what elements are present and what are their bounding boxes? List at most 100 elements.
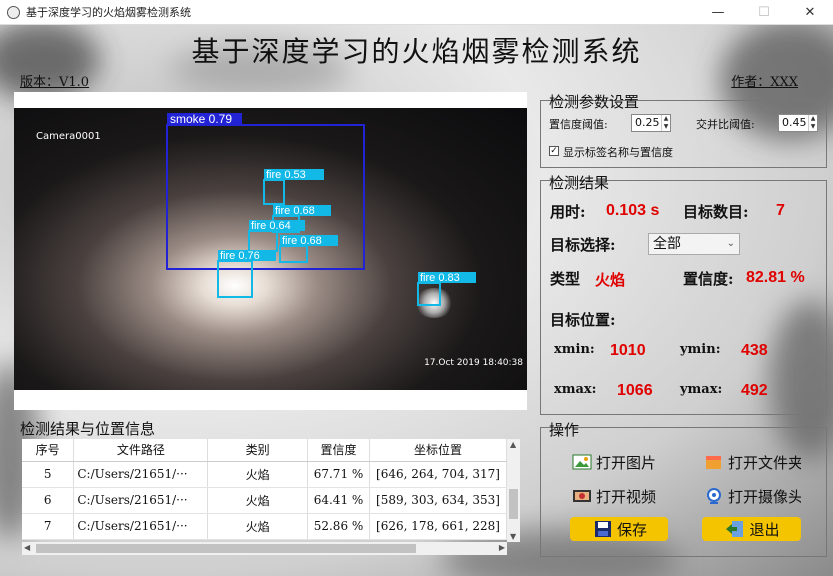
column-header[interactable]: 序号 <box>22 439 75 462</box>
detection-label: fire 0.64 <box>251 220 291 232</box>
iou-threshold-spinbox[interactable]: 0.45 ▲ ▼ <box>778 114 818 132</box>
table-cell: [646, 264, 704, 317] <box>369 461 508 488</box>
table-cell: C:/Users/21651/··· <box>73 461 209 488</box>
scroll-down-icon[interactable]: ▼ <box>510 532 516 541</box>
image-icon <box>572 454 592 470</box>
table-cell: C:/Users/21651/··· <box>73 487 209 514</box>
page-title: 基于深度学习的火焰烟雾检测系统 <box>191 35 642 68</box>
exit-button[interactable]: 退出 <box>702 517 801 541</box>
table-row[interactable]: 7 C:/Users/21651/··· 火焰 52.86 % [626, 17… <box>22 513 508 540</box>
open-image-button[interactable]: 打开图片 <box>570 450 668 474</box>
results-table-panel: 序号 文件路径 类别 置信度 坐标位置 5 C:/Users/21651/···… <box>14 425 525 561</box>
save-button[interactable]: 保存 <box>570 517 668 541</box>
conf-threshold-label: 置信度阈值: <box>549 118 608 131</box>
detection-label: fire 0.68 <box>282 235 322 247</box>
spin-arrows-icon[interactable]: ▲ ▼ <box>661 115 670 131</box>
show-labels-checkbox[interactable]: ✓ <box>549 146 559 156</box>
vertical-scrollbar[interactable]: ▲ ▼ <box>507 439 520 542</box>
version-label: 版本：V1.0 <box>20 75 90 90</box>
scroll-thumb[interactable] <box>509 489 518 519</box>
count-label: 目标数目: <box>683 203 749 221</box>
conf-threshold-value: 0.25 <box>635 116 660 129</box>
save-icon <box>594 521 611 537</box>
count-value: 7 <box>776 202 785 219</box>
open-image-label: 打开图片 <box>596 453 657 472</box>
position-label: 目标位置: <box>550 311 616 329</box>
column-header[interactable]: 坐标位置 <box>369 439 508 462</box>
horizontal-scrollbar[interactable]: ◀ ▶ <box>22 542 507 555</box>
detection-fire: fire 0.68 <box>279 235 338 263</box>
chevron-down-icon: ⌄ <box>726 238 735 249</box>
camera-icon <box>707 488 721 504</box>
time-value: 0.103 s <box>606 202 660 219</box>
table-cell: 5 <box>22 461 75 488</box>
open-folder-button[interactable]: 打开文件夹 <box>702 450 801 474</box>
table-title: 检测结果与位置信息 <box>20 420 156 438</box>
scroll-up-icon[interactable]: ▲ <box>510 440 516 449</box>
save-label: 保存 <box>616 520 647 539</box>
table-row[interactable]: 6 C:/Users/21651/··· 火焰 64.41 % [589, 30… <box>22 487 508 514</box>
scroll-left-icon[interactable]: ◀ <box>24 543 30 552</box>
table-cell: 火焰 <box>207 513 309 540</box>
scroll-thumb[interactable] <box>36 544 416 553</box>
ymax-value: 492 <box>741 382 768 399</box>
maximize-button[interactable]: ☐ <box>741 0 787 25</box>
detection-fire: fire 0.83 <box>417 272 476 306</box>
video-frame: Camera0001 17.Oct 2019 18:40:38 smoke 0.… <box>14 108 527 390</box>
spin-arrows-icon[interactable]: ▲ ▼ <box>808 115 817 131</box>
minimize-button[interactable]: — <box>695 0 741 25</box>
detection-label: fire 0.76 <box>220 250 260 262</box>
app-icon <box>7 5 20 19</box>
detection-fire: fire 0.53 <box>263 169 324 205</box>
target-select-dropdown[interactable]: 全部 ⌄ <box>648 233 740 255</box>
type-value: 火焰 <box>595 271 626 289</box>
ymin-value: 438 <box>741 342 768 359</box>
author-label: 作者：XXX <box>731 75 798 90</box>
table-cell: 52.86 % <box>307 513 370 540</box>
table-cell: 67.71 % <box>307 461 370 488</box>
open-camera-button[interactable]: 打开摄像头 <box>702 484 801 508</box>
target-select-value: 全部 <box>653 236 681 252</box>
title-bar: 基于深度学习的火焰烟雾检测系统 — ☐ ✕ <box>0 0 833 25</box>
column-header[interactable]: 文件路径 <box>73 439 209 462</box>
detection-overlay: smoke 0.79 fire 0.53 fire 0.68 fire 0.64 <box>166 112 476 306</box>
folder-icon <box>706 456 721 469</box>
open-video-label: 打开视频 <box>596 487 657 506</box>
detection-label: fire 0.83 <box>420 272 460 284</box>
detection-label: fire 0.68 <box>275 205 315 217</box>
time-label: 用时: <box>550 203 586 221</box>
close-button[interactable]: ✕ <box>787 0 833 25</box>
params-title: 检测参数设置 <box>549 93 640 111</box>
xmin-value: 1010 <box>610 342 646 359</box>
conf-threshold-spinbox[interactable]: 0.25 ▲ ▼ <box>631 114 671 132</box>
column-header[interactable]: 类别 <box>207 439 309 462</box>
confidence-label: 置信度: <box>683 270 734 288</box>
detection-label: fire 0.53 <box>266 169 306 181</box>
table-row[interactable]: 5 C:/Users/21651/··· 火焰 67.71 % [646, 26… <box>22 461 508 488</box>
xmax-value: 1066 <box>617 382 653 399</box>
exit-icon <box>726 521 744 537</box>
ymin-label: ymin: <box>680 342 721 357</box>
table-cell: 64.41 % <box>307 487 370 514</box>
scroll-right-icon[interactable]: ▶ <box>499 543 505 552</box>
xmin-label: xmin: <box>554 342 595 357</box>
operations-title: 操作 <box>549 421 580 439</box>
column-header[interactable]: 置信度 <box>307 439 370 462</box>
table-cell: 6 <box>22 487 75 514</box>
table-cell: 火焰 <box>207 487 309 514</box>
open-video-button[interactable]: 打开视频 <box>570 484 668 508</box>
confidence-value: 82.81 % <box>746 269 805 286</box>
xmax-label: xmax: <box>554 382 597 397</box>
table-cell: [626, 178, 661, 228] <box>369 513 508 540</box>
exit-label: 退出 <box>749 520 780 539</box>
table-cell: C:/Users/21651/··· <box>73 513 209 540</box>
detection-fire: fire 0.76 <box>217 250 276 298</box>
detection-label: smoke 0.79 <box>170 112 232 126</box>
type-label: 类型 <box>550 270 581 288</box>
target-select-label: 目标选择: <box>550 236 616 254</box>
open-camera-label: 打开摄像头 <box>728 487 801 506</box>
table-cell: [589, 303, 634, 353] <box>369 487 508 514</box>
iou-threshold-value: 0.45 <box>782 116 807 129</box>
video-display: Camera0001 17.Oct 2019 18:40:38 smoke 0.… <box>14 92 527 410</box>
window-title: 基于深度学习的火焰烟雾检测系统 <box>26 6 191 19</box>
